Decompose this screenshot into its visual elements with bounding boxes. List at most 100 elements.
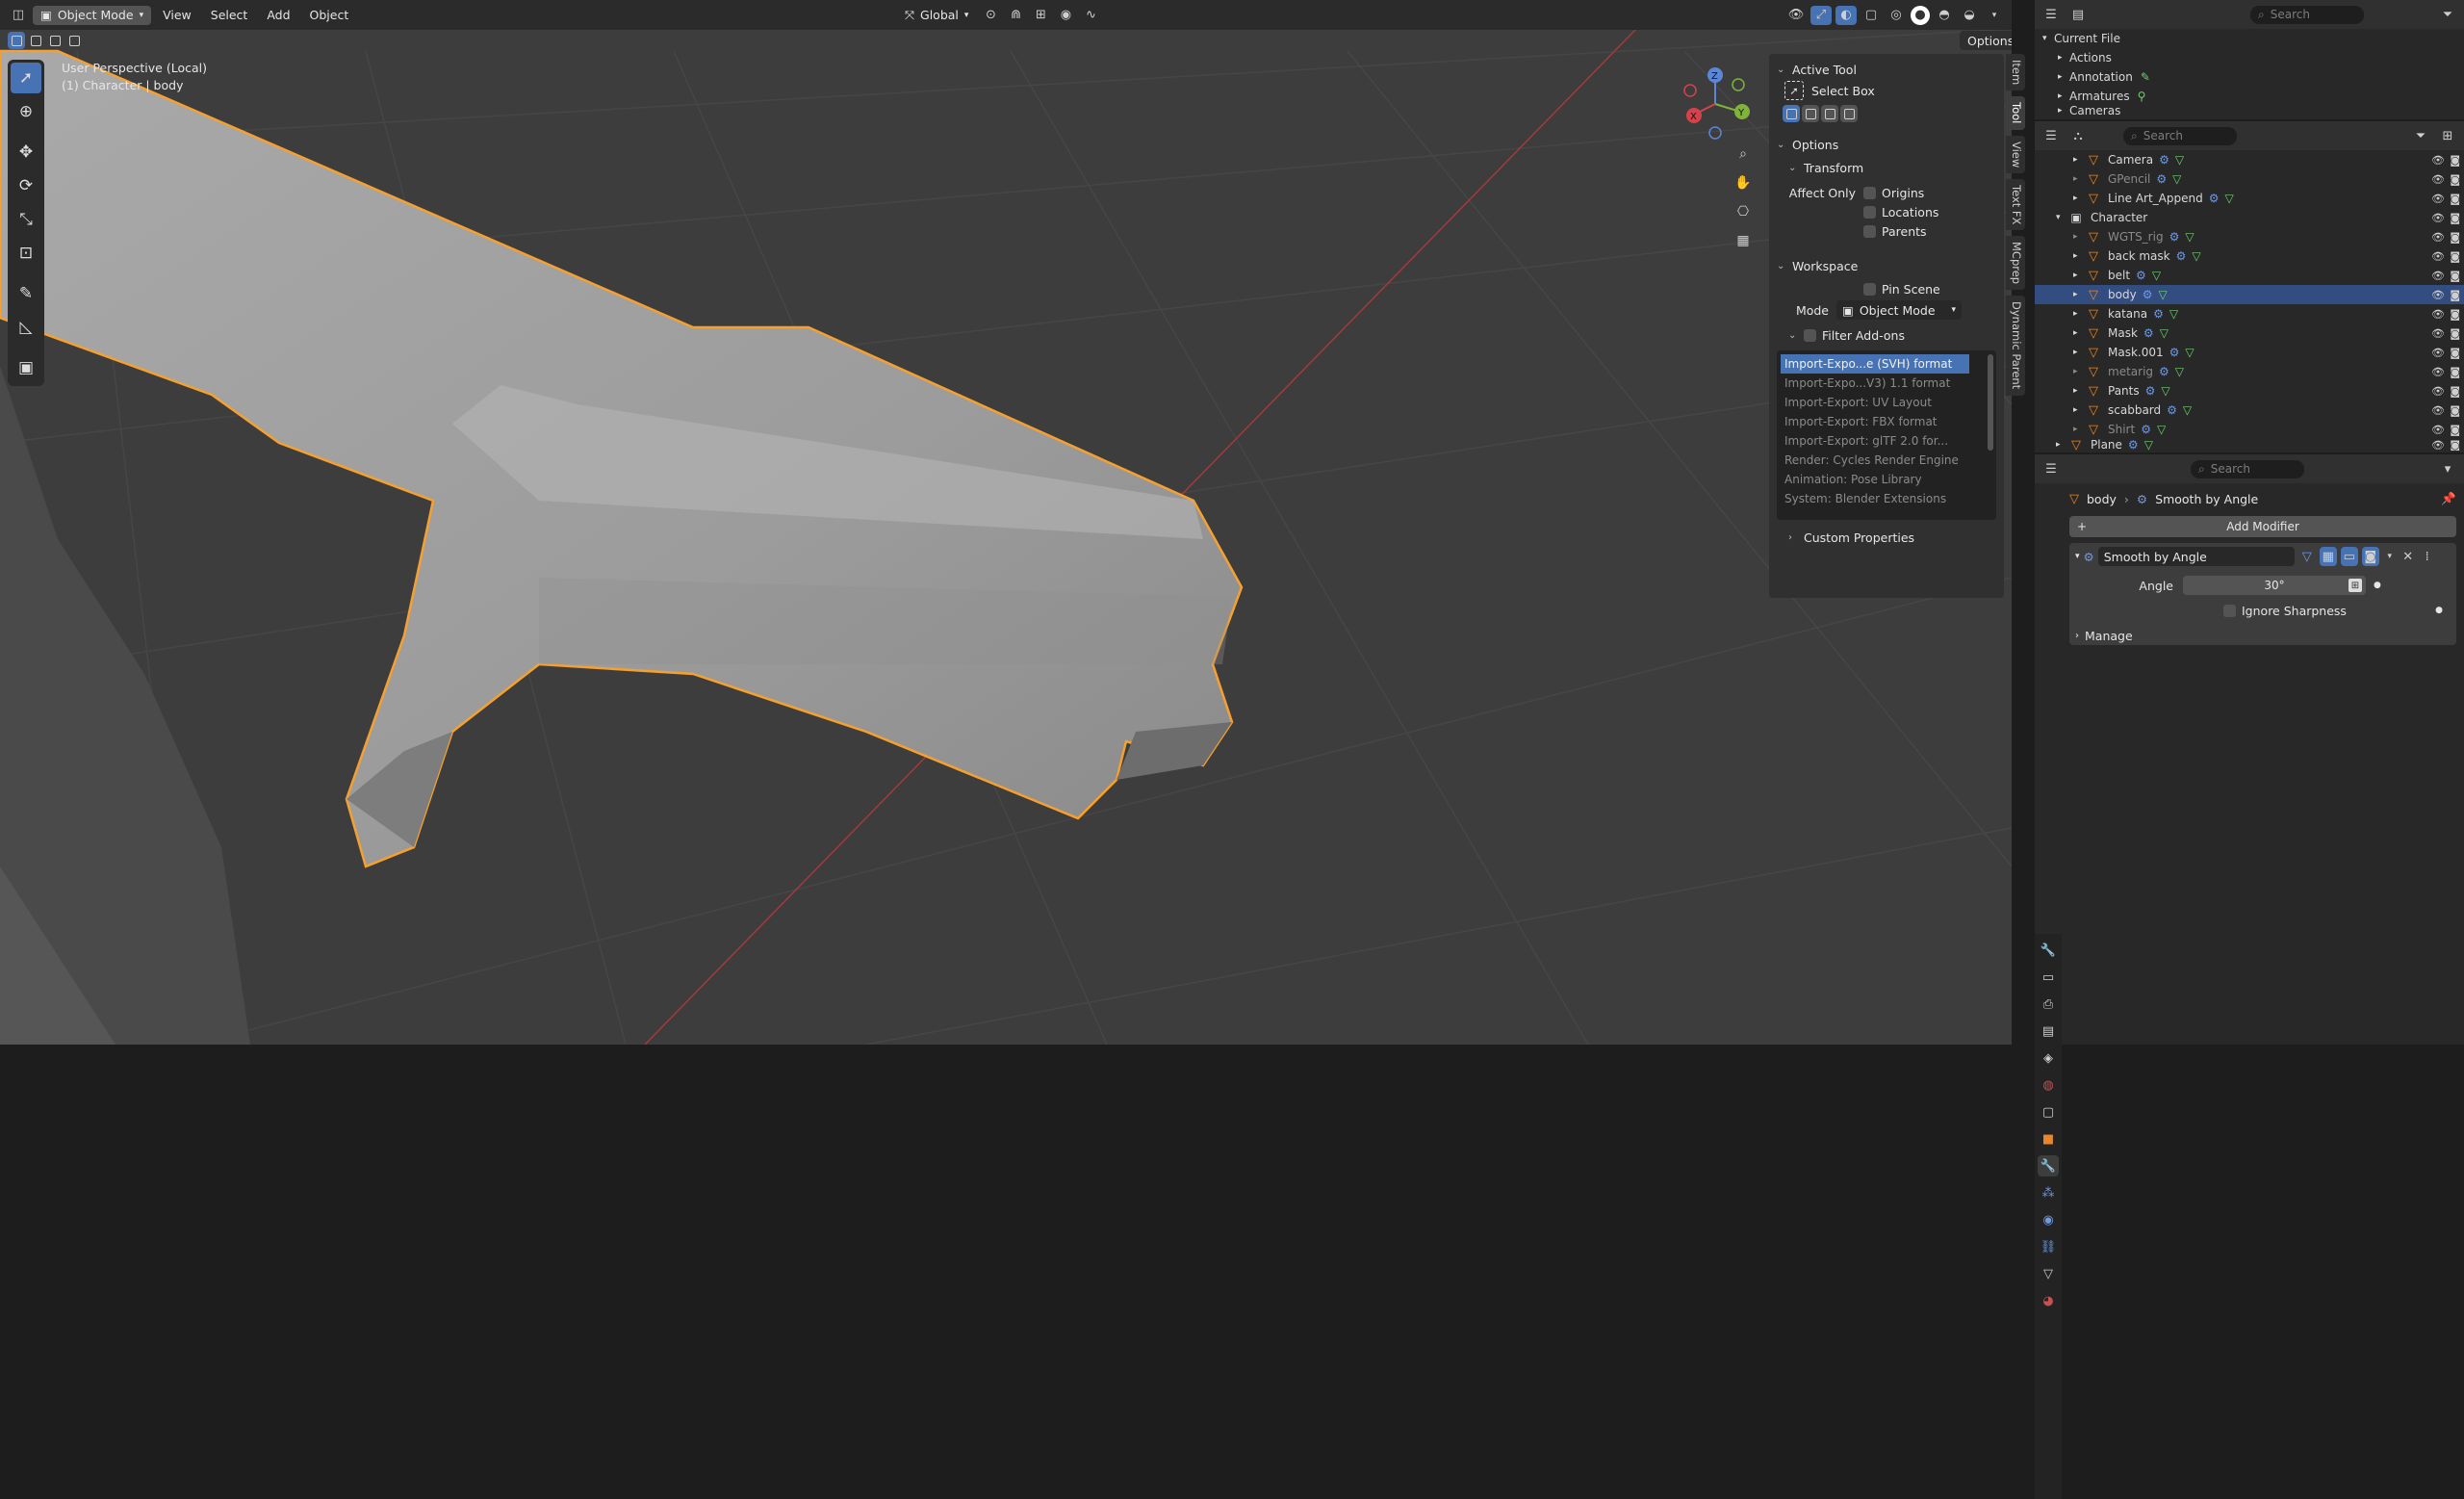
transform-header[interactable]: ⌄ Transform xyxy=(1777,156,1996,179)
material-shading-icon[interactable]: ◓ xyxy=(1934,6,1955,25)
select-intersect-icon[interactable] xyxy=(65,32,83,49)
visibility-eye-icon[interactable]: 👁 xyxy=(2431,404,2445,417)
chevron-right-icon[interactable]: ▸ xyxy=(2073,405,2085,415)
3d-viewport[interactable]: ◫ ▣ Object Mode ▾ View Select Add Object ⤧… xyxy=(0,0,2012,1045)
origins-checkbox[interactable] xyxy=(1863,186,1876,199)
properties-search[interactable]: ⌕ Search xyxy=(2191,459,2304,478)
addon-row[interactable]: Import-Export: FBX format xyxy=(1781,412,1969,431)
measure-tool-icon[interactable]: ◺ xyxy=(11,312,41,343)
chevron-right-icon[interactable]: ▸ xyxy=(2073,309,2085,319)
render-camera-icon[interactable]: ◙ xyxy=(2450,154,2460,167)
mode-intersect-icon[interactable] xyxy=(1840,105,1858,122)
add-modifier-button[interactable]: + Add Modifier xyxy=(2069,516,2456,537)
chevron-right-icon[interactable]: ▸ xyxy=(2073,155,2085,165)
render-camera-icon[interactable]: ◙ xyxy=(2450,327,2460,340)
addon-row[interactable]: Import-Expo...e (SVH) format xyxy=(1781,354,1969,374)
scene-tab-icon[interactable]: ◈ xyxy=(2038,1047,2059,1069)
output-tab-icon[interactable]: ⎙ xyxy=(2038,994,2059,1015)
modifier-name-field[interactable]: Smooth by Angle xyxy=(2097,547,2295,566)
rotate-tool-icon[interactable]: ⟳ xyxy=(11,170,41,201)
visibility-eye-icon[interactable]: 👁 xyxy=(2431,270,2445,282)
rendered-shading-icon[interactable]: ◒ xyxy=(1959,6,1980,25)
display-mode-icon[interactable]: ▤ xyxy=(2067,5,2089,24)
outliner-row[interactable]: ▸ ▽ Shirt ⚙ ▽ 👁 ◙ xyxy=(2035,420,2464,439)
render-camera-icon[interactable]: ◙ xyxy=(2450,270,2460,282)
pivot-icon[interactable]: ⊙ xyxy=(980,6,1001,25)
chevron-right-icon[interactable]: ▸ xyxy=(2073,367,2085,376)
render-tab-icon[interactable]: ▭ xyxy=(2038,967,2059,988)
outliner-row[interactable]: ▸ ▽ WGTS_rig ⚙ ▽ 👁 ◙ xyxy=(2035,227,2464,246)
tree-item-annotation[interactable]: ▸ Annotation ✎ xyxy=(2035,67,2464,87)
mode-set-icon[interactable] xyxy=(1783,105,1800,122)
custom-properties-header[interactable]: › Custom Properties xyxy=(1777,526,1996,549)
render-camera-icon[interactable]: ◙ xyxy=(2450,212,2460,224)
visibility-eye-icon[interactable]: 👁 xyxy=(2431,424,2445,436)
constraints-tab-icon[interactable]: ⛓ xyxy=(2038,1236,2059,1257)
collection-tab-icon[interactable]: ▢ xyxy=(2038,1101,2059,1123)
world-tab-icon[interactable]: ◍ xyxy=(2038,1074,2059,1096)
cage-toggle-icon[interactable]: ▦ xyxy=(2319,547,2337,566)
chevron-down-icon[interactable]: ▾ xyxy=(2056,213,2067,222)
annotate-tool-icon[interactable]: ✎ xyxy=(11,278,41,309)
visibility-eye-icon[interactable]: 👁 xyxy=(2431,212,2445,224)
render-camera-icon[interactable]: ◙ xyxy=(2450,231,2460,244)
viewport-toggle-icon[interactable]: ▭ xyxy=(2340,547,2358,566)
workspace-mode-dropdown[interactable]: ▣ Object Mode ▾ xyxy=(1836,300,1962,320)
chevron-right-icon[interactable]: ▸ xyxy=(2073,386,2085,396)
tab-dynamic-parent[interactable]: Dynamic Parent xyxy=(2006,296,2025,396)
options-dropdown-icon[interactable]: ▾ xyxy=(2437,459,2458,478)
mode-extend-icon[interactable] xyxy=(1802,105,1819,122)
render-camera-icon[interactable]: ◙ xyxy=(2450,424,2460,436)
select-extend-icon[interactable] xyxy=(27,32,44,49)
editor-type-icon[interactable]: ☰ xyxy=(2040,126,2062,145)
editor-type-icon[interactable]: ◫ xyxy=(8,6,29,25)
chevron-down-icon[interactable]: ▾ xyxy=(2383,547,2397,566)
cursor-tool-icon[interactable]: ⊕ xyxy=(11,96,41,127)
zoom-icon[interactable]: ⌕ xyxy=(1731,142,1756,167)
visibility-eye-icon[interactable]: 👁 xyxy=(2431,308,2445,321)
chevron-right-icon[interactable]: ▸ xyxy=(2073,290,2085,299)
outliner-row[interactable]: ▸ ▽ Line Art_Append ⚙ ▽ 👁 ◙ xyxy=(2035,189,2464,208)
tree-item-cameras[interactable]: ▸ Cameras xyxy=(2035,106,2464,116)
close-icon[interactable]: ✕ xyxy=(2400,547,2416,566)
outliner-search[interactable]: ⌕ Search xyxy=(2123,126,2237,145)
ignore-sharpness-checkbox[interactable] xyxy=(2223,604,2236,617)
visibility-icon[interactable]: 👁 xyxy=(1785,6,1807,25)
visibility-eye-icon[interactable]: 👁 xyxy=(2431,173,2445,186)
view-layer-tab-icon[interactable]: ▤ xyxy=(2038,1021,2059,1042)
workspace-header[interactable]: ⌄ Workspace xyxy=(1777,254,1996,277)
tab-text-fx[interactable]: Text FX xyxy=(2006,178,2025,231)
current-file-row[interactable]: ▾ Current File xyxy=(2035,29,2464,48)
camera-view-icon[interactable]: ⎔ xyxy=(1731,199,1756,224)
render-camera-icon[interactable]: ◙ xyxy=(2450,385,2460,398)
proportional-edit-icon[interactable]: ◉ xyxy=(1055,6,1076,25)
render-camera-icon[interactable]: ◙ xyxy=(2450,173,2460,186)
render-camera-icon[interactable]: ◙ xyxy=(2450,404,2460,417)
visibility-eye-icon[interactable]: 👁 xyxy=(2431,231,2445,244)
addon-row[interactable]: Animation: Pose Library xyxy=(1781,470,1969,489)
outliner-row[interactable]: ▸ ▽ Pants ⚙ ▽ 👁 ◙ xyxy=(2035,381,2464,401)
transform-tool-icon[interactable]: ⊡ xyxy=(11,238,41,269)
filter-icon[interactable]: ⏷ xyxy=(2410,126,2431,145)
outliner-row[interactable]: ▸ ▽ Camera ⚙ ▽ 👁 ◙ xyxy=(2035,150,2464,169)
chevron-right-icon[interactable]: ▸ xyxy=(2073,425,2085,434)
addon-row[interactable]: Import-Export: glTF 2.0 for... xyxy=(1781,431,1969,451)
scale-tool-icon[interactable]: ⤡ xyxy=(11,204,41,235)
tree-item-armatures[interactable]: ▸ Armatures ⚲ xyxy=(2035,87,2464,106)
data-tab-icon[interactable]: ▽ xyxy=(2038,1263,2059,1284)
addon-row[interactable]: Import-Expo...V3) 1.1 format xyxy=(1781,374,1969,393)
render-camera-icon[interactable]: ◙ xyxy=(2450,250,2460,263)
display-mode-icon[interactable]: ⛬ xyxy=(2067,126,2089,145)
filter-addons-row[interactable]: ⌄ Filter Add-ons xyxy=(1777,323,1996,347)
gizmo-toggle-icon[interactable]: ⤢ xyxy=(1810,5,1832,25)
render-camera-icon[interactable]: ◙ xyxy=(2450,347,2460,359)
keyframe-dot-icon[interactable]: ● xyxy=(2374,581,2381,590)
new-collection-icon[interactable]: ⊞ xyxy=(2437,126,2458,145)
tool-tab-icon[interactable]: 🔧 xyxy=(2038,940,2059,961)
navigation-gizmo[interactable]: Z Y X xyxy=(1671,64,1763,146)
mode-subtract-icon[interactable] xyxy=(1821,105,1838,122)
render-camera-icon[interactable]: ◙ xyxy=(2450,308,2460,321)
active-tool-header[interactable]: ⌄ Active Tool xyxy=(1777,58,1996,81)
wireframe-shading-icon[interactable]: ◎ xyxy=(1886,6,1907,25)
mode-dropdown[interactable]: ▣ Object Mode ▾ xyxy=(33,5,152,25)
